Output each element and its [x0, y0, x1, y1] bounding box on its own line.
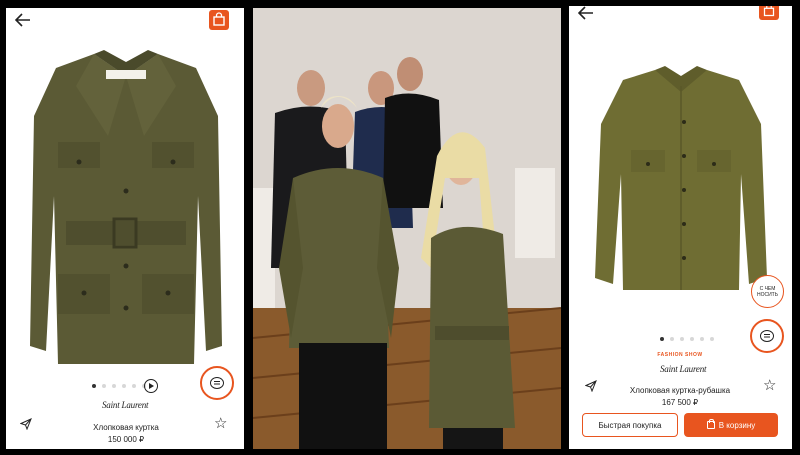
carousel-dot[interactable]	[700, 337, 704, 341]
product-card-left: Saint Laurent ☆ Хлопковая куртка 150 000…	[6, 8, 244, 449]
back-arrow-icon[interactable]	[15, 13, 31, 27]
chat-button[interactable]	[200, 366, 234, 400]
carousel-dot[interactable]	[112, 384, 116, 388]
carousel-dot[interactable]	[690, 337, 694, 341]
screenshot-composite: Saint Laurent ☆ Хлопковая куртка 150 000…	[0, 0, 800, 455]
product-card-right: С ЧЕМ НОСИТЬ FASHION SHOW Saint Laurent ☆…	[569, 6, 792, 449]
chat-icon	[210, 377, 224, 389]
cart-bag-icon	[706, 419, 715, 429]
shirt-jacket-image	[595, 66, 767, 290]
quick-buy-button[interactable]: Быстрая покупка	[582, 413, 678, 437]
product-price: 150 000 ₽	[107, 435, 145, 444]
chat-button[interactable]	[750, 319, 784, 353]
how-to-wear-button[interactable]: С ЧЕМ НОСИТЬ	[751, 275, 784, 308]
play-icon[interactable]	[144, 379, 158, 393]
carousel-dots[interactable]	[92, 384, 146, 388]
event-photo-scene	[253, 8, 561, 449]
brand-logo: Saint Laurent	[660, 364, 707, 374]
add-to-cart-label: В корзину	[718, 420, 756, 430]
product-name: Хлопковая куртка	[93, 423, 159, 432]
fashion-show-label: FASHION SHOW	[657, 352, 703, 358]
carousel-dot[interactable]	[92, 384, 96, 388]
product-name: Хлопковая куртка-рубашка	[629, 386, 731, 395]
shopping-bag-icon[interactable]	[209, 10, 229, 30]
carousel-dot[interactable]	[710, 337, 714, 341]
carousel-dot[interactable]	[680, 337, 684, 341]
product-price: 167 500 ₽	[661, 398, 699, 407]
how-to-wear-line2: НОСИТЬ	[756, 291, 779, 298]
chat-icon	[760, 330, 774, 342]
carousel-dot[interactable]	[102, 384, 106, 388]
shopping-bag-icon[interactable]	[759, 6, 779, 20]
carousel-dot[interactable]	[122, 384, 126, 388]
add-to-cart-button[interactable]: В корзину	[684, 413, 778, 437]
send-icon[interactable]	[20, 418, 32, 430]
jacket-image	[30, 50, 222, 364]
brand-logo: Saint Laurent	[102, 400, 149, 410]
event-photo	[253, 8, 561, 449]
carousel-dot[interactable]	[660, 337, 664, 341]
carousel-dot[interactable]	[132, 384, 136, 388]
carousel-dots[interactable]	[660, 337, 714, 341]
back-arrow-icon[interactable]	[578, 6, 594, 20]
star-icon[interactable]: ☆	[214, 416, 227, 431]
carousel-dot[interactable]	[670, 337, 674, 341]
